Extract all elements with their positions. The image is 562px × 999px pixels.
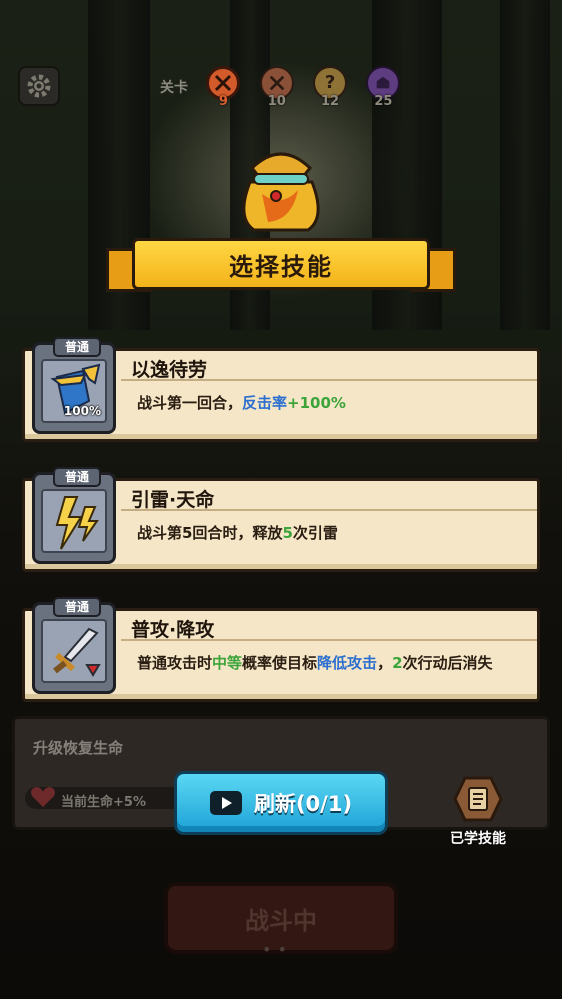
skill-description: 战斗第一回合，反击率+100% xyxy=(137,394,346,412)
sword-icon xyxy=(53,627,101,677)
banner-title: 选择技能 xyxy=(229,252,333,281)
settings-button[interactable] xyxy=(18,66,60,106)
skill-icon-frame: 普通 xyxy=(32,597,116,694)
stage-progress: 关卡 9 10 ? 12 25 xyxy=(160,65,410,109)
skill-icon-percent: 100% xyxy=(63,404,101,418)
skill-card-3[interactable]: 普攻·降攻 普通攻击时中等概率使目标降低攻击，2次行动后消失 普通 xyxy=(18,597,542,706)
skill-title: 普攻·降攻 xyxy=(131,619,215,641)
stage-node: 10 xyxy=(250,65,303,109)
skill-title: 引雷·天命 xyxy=(131,489,215,511)
gear-icon xyxy=(27,74,51,98)
rarity-tag: 普通 xyxy=(53,337,101,357)
heart-icon xyxy=(31,787,55,807)
lightning-icon xyxy=(55,496,99,550)
learned-skills-button[interactable]: 已学技能 xyxy=(442,776,514,848)
scroll-icon xyxy=(453,776,503,822)
skill-icon-frame: 普通 xyxy=(32,467,116,564)
stage-node: ? 12 xyxy=(303,65,356,109)
skill-bag-icon xyxy=(242,152,320,232)
refresh-label: 刷新(0/1) xyxy=(253,792,353,816)
play-video-icon xyxy=(209,791,242,815)
banner: 选择技能 xyxy=(106,236,456,298)
skill-description: 普通攻击时中等概率使目标降低攻击，2次行动后消失 xyxy=(137,654,493,672)
skill-description: 战斗第5回合时，释放5次引雷 xyxy=(137,524,338,542)
skill-icon-frame: 100% 普通 xyxy=(32,337,116,434)
rarity-tag: 普通 xyxy=(53,467,101,487)
loading-dots: •• xyxy=(262,940,293,959)
stage-node-current: 9 xyxy=(197,65,250,109)
hp-bonus-text: 当前生命+5% xyxy=(61,795,146,810)
banner-plate: 选择技能 xyxy=(132,238,430,290)
battle-status-label: 战斗中 xyxy=(245,906,317,935)
stage-node-boss: 25 xyxy=(357,65,410,109)
skill-title: 以逸待劳 xyxy=(131,359,208,381)
learned-skills-label: 已学技能 xyxy=(450,831,506,847)
refresh-button[interactable]: 刷新(0/1) xyxy=(174,771,388,835)
skill-card-2[interactable]: 引雷·天命 战斗第5回合时，释放5次引雷 普通 xyxy=(18,467,542,576)
skill-card-1[interactable]: 以逸待劳 战斗第一回合，反击率+100% 100% 普通 xyxy=(18,337,542,446)
panel-title: 升级恢复生命 xyxy=(33,739,124,757)
stage-label: 关卡 xyxy=(160,80,188,96)
rarity-tag: 普通 xyxy=(53,597,101,617)
